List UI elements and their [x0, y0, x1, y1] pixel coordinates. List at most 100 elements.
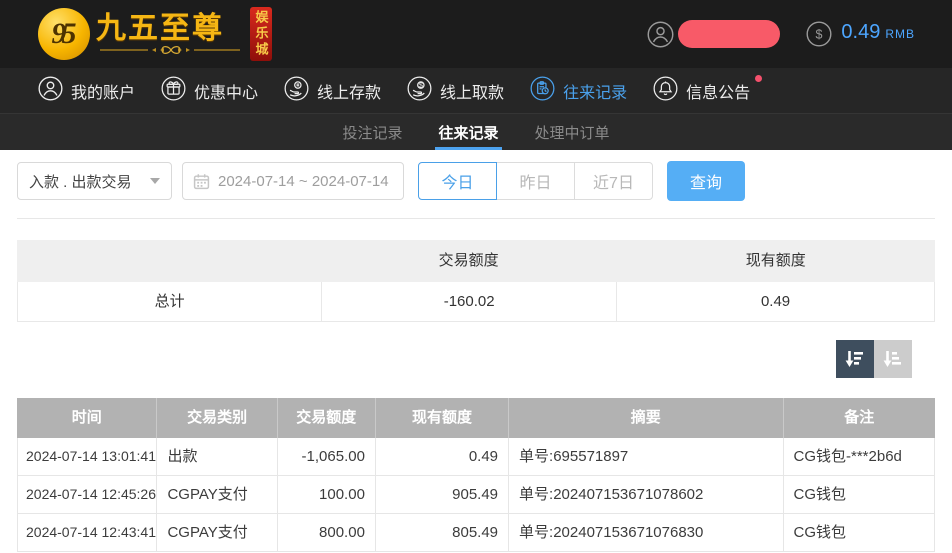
table-cell: 2024-07-14 12:43:41 [17, 514, 158, 551]
sort-controls [17, 340, 912, 378]
gift-icon [161, 76, 186, 106]
nav-item-label: 线上存款 [317, 84, 382, 102]
date-range-input[interactable]: 2024-07-14 ~ 2024-07-14 [182, 162, 404, 200]
table-cell: 800.00 [278, 514, 376, 551]
records-table-body: 2024-07-14 13:01:41 出款 -1,065.00 0.49 单号:695… [17, 438, 935, 552]
filter-row: 入款 . 出款交易 2024-07-14 ~ 2024-07-14 今日 昨日 近7… [17, 161, 935, 201]
sort-ascending-icon [883, 351, 901, 367]
logo-title: 九五至尊 [96, 11, 224, 45]
column-header: 备注 [844, 409, 875, 426]
nav-item-transaction-records[interactable]: 往来记录 [530, 68, 627, 113]
column-header: 现有额度 [376, 398, 510, 438]
table-cell: CG钱包 [784, 476, 935, 513]
table-cell: 单号:202407153671076830 [509, 514, 784, 551]
column-header: 时间 [17, 398, 158, 438]
records-table-header: 时间 交易类别 交易额度 现有额度 摘要 备注 [17, 398, 935, 438]
site-logo[interactable]: 95 九五至尊 娱乐城 [38, 7, 272, 61]
summary-header-transaction: 交易额度 [438, 252, 499, 269]
sub-nav: 投注记录 往来记录 处理中订单 [0, 113, 952, 150]
svg-text:$: $ [816, 28, 823, 42]
summary-total-row: 总计 -160.02 0.49 [17, 282, 935, 322]
nav-item-announcements[interactable]: 信息公告 [653, 68, 763, 113]
table-cell: 805.49 [376, 514, 510, 551]
nav-item-online-withdrawal[interactable]: $ 线上取款 [407, 68, 504, 113]
calendar-icon [193, 173, 210, 189]
table-cell: 单号:695571897 [509, 438, 784, 475]
wallet-balance[interactable]: $ 0.49 RMB [806, 21, 915, 47]
quick-date-yesterday[interactable]: 昨日 [496, 162, 575, 200]
deposit-icon [284, 76, 309, 106]
table-cell: 2024-07-14 13:01:41 [17, 438, 158, 475]
table-cell: CG钱包-***2b6d [784, 438, 935, 475]
records-table: 时间 交易类别 交易额度 现有额度 摘要 备注 2024-07-14 13:01:41 出款… [17, 398, 935, 552]
sort-descending-button[interactable] [836, 340, 874, 378]
table-cell: CG钱包 [784, 514, 935, 551]
chevron-down-icon [150, 178, 160, 184]
tab-label: 处理中订单 [534, 124, 610, 142]
table-cell: -1,065.00 [278, 438, 376, 475]
nav-item-label: 优惠中心 [194, 84, 259, 102]
sort-ascending-button[interactable] [874, 340, 912, 378]
tab-label: 投注记录 [342, 124, 403, 142]
summary-balance-total: 0.49 [616, 282, 934, 321]
records-icon [530, 76, 555, 106]
svg-text:$: $ [419, 80, 423, 89]
nav-item-label: 我的账户 [71, 84, 136, 102]
column-header: 交易额度 [278, 398, 376, 438]
quick-date-last-7-days[interactable]: 近7日 [574, 162, 653, 200]
table-cell: 0.49 [376, 438, 510, 475]
user-icon [647, 21, 674, 48]
table-row: 2024-07-14 13:01:41 出款 -1,065.00 0.49 单号:695… [17, 438, 935, 476]
table-row: 2024-07-14 12:45:26 CGPAY支付 100.00 905.49 单号… [17, 476, 935, 514]
column-header: 交易类别 [157, 398, 278, 438]
nav-item-label: 往来记录 [563, 84, 628, 102]
withdraw-icon: $ [407, 76, 432, 106]
logo-monogram-icon: 95 [38, 8, 90, 60]
summary-transaction-total: -160.02 [321, 282, 616, 321]
sort-descending-icon [845, 351, 863, 367]
summary-header-row: 交易额度 现有额度 [17, 240, 935, 282]
table-cell: 100.00 [278, 476, 376, 513]
date-range-value: 2024-07-14 ~ 2024-07-14 [218, 172, 389, 190]
balance-currency: RMB [885, 27, 915, 41]
tab-processing-orders[interactable]: 处理中订单 [535, 114, 610, 150]
summary-table: 交易额度 现有额度 总计 -160.02 0.49 [17, 240, 935, 322]
masked-username-redaction [678, 20, 781, 48]
active-tab-underline [435, 147, 502, 150]
tab-label: 往来记录 [438, 124, 499, 142]
account-area: $ 0.49 RMB [647, 20, 915, 48]
flourish-icon [100, 45, 240, 54]
logo-badge: 娱乐城 [250, 7, 272, 61]
tab-transaction-records[interactable]: 往来记录 [435, 114, 502, 150]
tab-bet-records[interactable]: 投注记录 [342, 114, 402, 150]
search-button[interactable]: 查询 [667, 161, 745, 201]
table-cell: 出款 [157, 438, 278, 475]
summary-total-label: 总计 [154, 293, 185, 310]
transaction-type-value: 入款 . 出款交易 [29, 173, 132, 191]
nav-item-promotions[interactable]: 优惠中心 [161, 68, 258, 113]
nav-item-label: 信息公告 [686, 84, 751, 102]
table-cell: 2024-07-14 12:45:26 [17, 476, 158, 513]
table-cell: CGPAY支付 [157, 476, 278, 513]
nav-item-label: 线上取款 [440, 84, 505, 102]
nav-item-online-deposit[interactable]: 线上存款 [284, 68, 381, 113]
nav-item-my-account[interactable]: 我的账户 [38, 68, 135, 113]
table-cell: 905.49 [376, 476, 510, 513]
quick-date-today[interactable]: 今日 [418, 162, 497, 200]
column-header: 摘要 [509, 398, 784, 438]
dollar-icon: $ [806, 21, 832, 47]
table-row: 2024-07-14 12:43:41 CGPAY支付 800.00 805.49 单号… [17, 514, 935, 552]
logo-text-wrap: 九五至尊 [96, 11, 246, 56]
transaction-type-select[interactable]: 入款 . 出款交易 [17, 162, 172, 200]
summary-header-balance: 现有额度 [745, 252, 806, 269]
bell-icon [653, 76, 678, 106]
quick-date-group: 今日 昨日 近7日 [418, 162, 653, 200]
user-icon [38, 75, 63, 106]
top-bar: 95 九五至尊 娱乐城 $ 0.49 RMB [0, 0, 952, 68]
notification-dot [755, 75, 763, 82]
table-cell: 单号:202407153671078602 [509, 476, 784, 513]
table-cell: CGPAY支付 [157, 514, 278, 551]
main-nav: 我的账户 优惠中心 线上存款 $ 线上取款 往来记录 信息公告 [0, 68, 952, 113]
section-divider [17, 218, 935, 219]
balance-amount: 0.49 [841, 21, 881, 43]
